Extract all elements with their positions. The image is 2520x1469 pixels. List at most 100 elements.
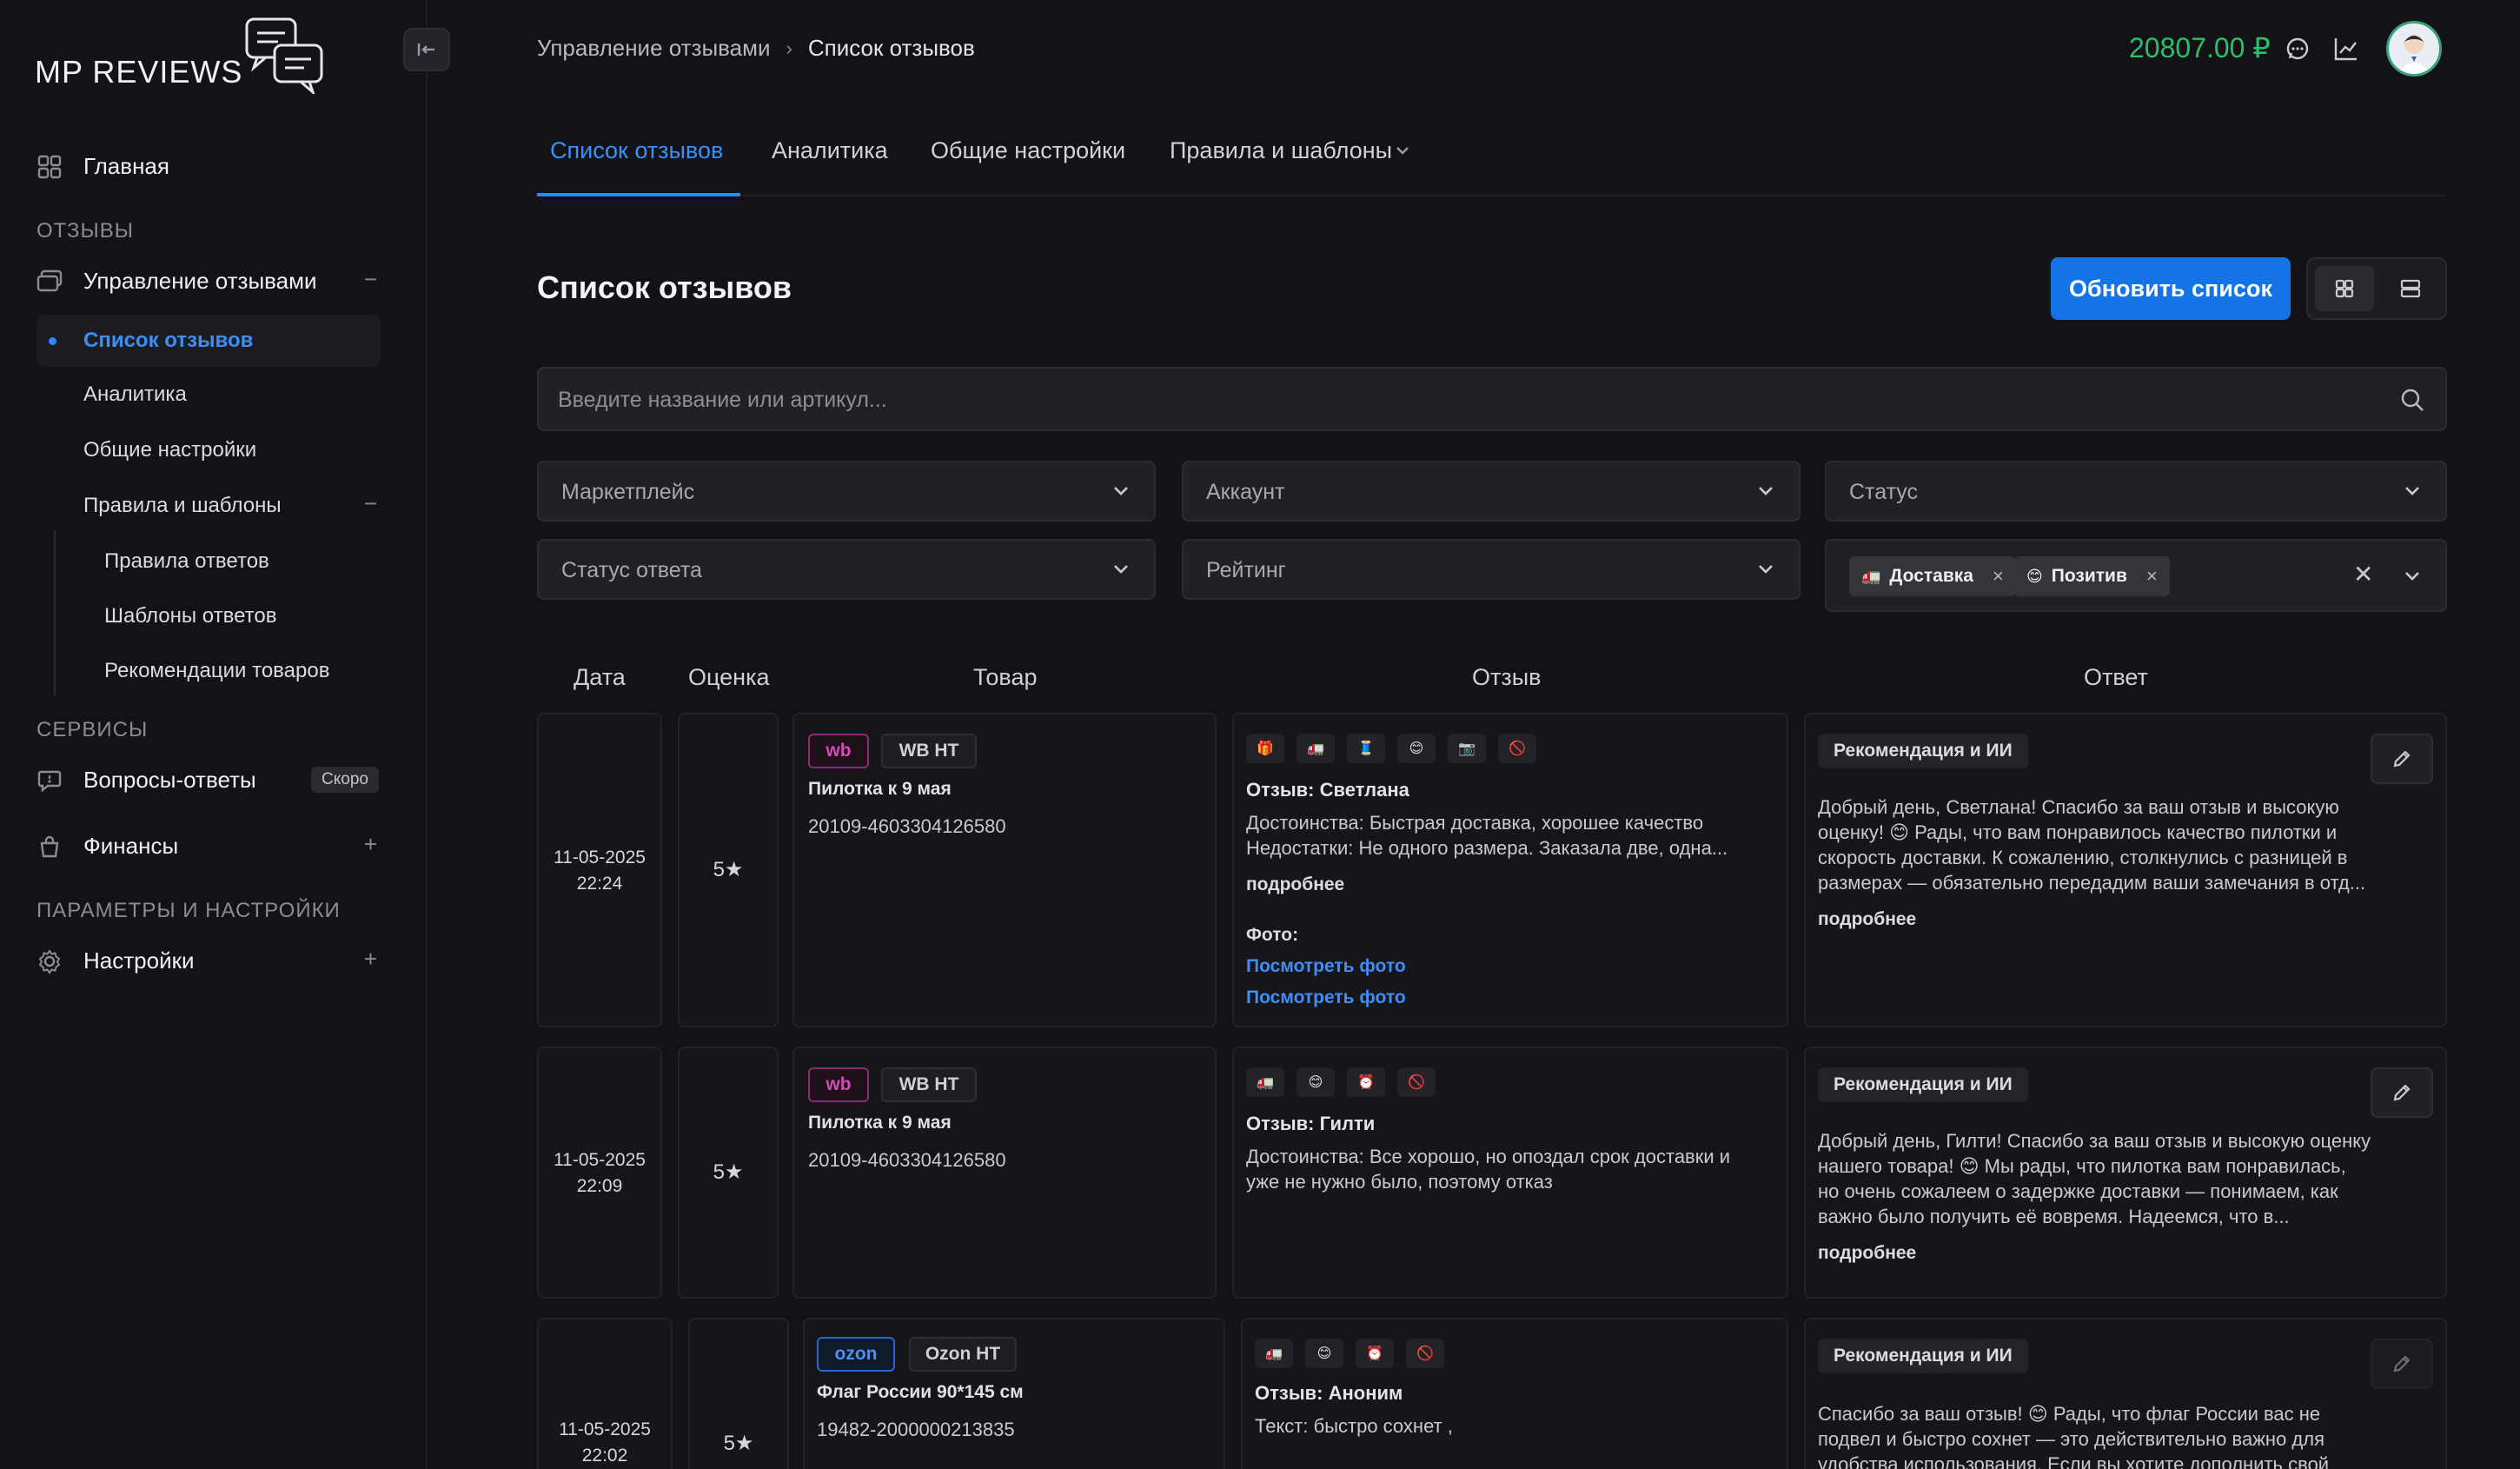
view-toggle (2306, 257, 2447, 320)
view-photo-link[interactable]: Посмотреть фото (1246, 987, 1406, 1008)
answer-text-line: Добрый день, Светлана! Спасибо за ваш от… (1818, 796, 2339, 818)
clock-emoji: ⏰ (1356, 1339, 1394, 1368)
clear-tags-button[interactable]: ✕ (2353, 560, 2373, 588)
sidebar-item-label: Список отзывов (83, 329, 254, 352)
delivery-emoji: 🚛 (1255, 1339, 1293, 1368)
marketplace-select[interactable]: Маркетплейс (537, 461, 1156, 522)
review-author: Отзыв: Аноним (1255, 1382, 1403, 1404)
collapse-reviews-toggle[interactable]: − (364, 266, 377, 293)
sidebar-item-label: Вопросы-ответы (83, 767, 256, 793)
search-input[interactable]: Введите название или артикул... (537, 367, 2447, 431)
positive-emoji: 😊 (1296, 1067, 1335, 1097)
view-photo-link[interactable]: Посмотреть фото (1246, 956, 1406, 977)
rating-select[interactable]: Рейтинг (1182, 539, 1800, 600)
sidebar-item-general-settings[interactable]: Общие настройки (83, 438, 256, 462)
section-title-reviews: ОТЗЫВЫ (36, 219, 135, 243)
column-header-review: Отзыв (1472, 664, 1542, 690)
sidebar-item-product-recs[interactable]: Рекомендации товаров (104, 659, 329, 683)
page-title: Список отзывов (537, 269, 792, 305)
sidebar-item-answer-templates[interactable]: Шаблоны ответов (104, 604, 276, 628)
remove-tag-button[interactable]: × (2146, 565, 2158, 588)
answer-status-select[interactable]: Статус ответа (537, 539, 1156, 600)
clock-emoji: ⏰ (1347, 1067, 1385, 1097)
tab-analytics[interactable]: Аналитика (772, 137, 888, 164)
breadcrumb-parent[interactable]: Управление отзывами (537, 35, 771, 62)
collapse-rules-toggle[interactable]: − (364, 490, 377, 517)
gear-icon (36, 948, 63, 974)
edit-icon (2393, 750, 2411, 768)
review-more-link[interactable]: подробнее (1246, 874, 1344, 895)
question-icon (36, 768, 63, 794)
account-badge: WB НТ (881, 734, 977, 768)
account-select[interactable]: Аккаунт (1182, 461, 1800, 522)
review-time: 22:24 (576, 874, 623, 894)
prohibited-emoji: 🚫 (1406, 1339, 1444, 1368)
review-score: 5★ (713, 858, 744, 881)
chat-icon[interactable] (2282, 33, 2313, 64)
answer-text-line: но очень сожалеем о задержке доставки — … (1818, 1180, 2338, 1202)
grid-view-button[interactable] (2315, 266, 2374, 311)
table-cell-review: 🚛 😊 ⏰ 🚫 Отзыв: Аноним Текст: быстро сохн… (1241, 1318, 1788, 1469)
positive-emoji: 😊 (1397, 734, 1436, 763)
refresh-list-button[interactable]: Обновить список (2051, 257, 2291, 320)
thread-emoji: 🧵 (1347, 734, 1385, 763)
avatar-image (2397, 35, 2430, 74)
answer-text-line: удобства использования. Если вы хотите д… (1818, 1453, 2330, 1469)
expand-settings-toggle[interactable]: + (364, 946, 377, 973)
remove-tag-button[interactable]: × (1993, 565, 2004, 588)
sidebar-item-rules-templates[interactable]: Правила и шаблоны (83, 494, 282, 518)
edit-answer-button[interactable] (2371, 1339, 2433, 1389)
balance[interactable]: 20807.00 ₽ (2129, 31, 2271, 64)
review-date: 11-05-2025 (554, 848, 646, 867)
list-view-button[interactable] (2381, 266, 2440, 311)
table-cell-product: wb WB НТ Пилотка к 9 мая 20109-460330412… (792, 713, 1217, 1027)
list-view-icon (2400, 279, 2421, 298)
edit-answer-button[interactable] (2371, 734, 2433, 784)
chart-icon[interactable] (2331, 33, 2362, 64)
chevron-down-icon[interactable] (2402, 567, 2423, 586)
product-name[interactable]: Флаг России 90*145 см (817, 1382, 1024, 1403)
expand-finance-toggle[interactable]: + (364, 831, 377, 858)
answer-more-link[interactable]: подробнее (1818, 909, 1916, 930)
sidebar-item-home[interactable]: Главная (36, 153, 169, 180)
sidebar-item-answer-rules[interactable]: Правила ответов (104, 549, 269, 574)
tag-label: Доставка (1889, 566, 1973, 586)
status-select[interactable]: Статус (1825, 461, 2447, 522)
product-sku: 19482-2000000213835 (817, 1419, 1015, 1440)
avatar[interactable] (2386, 21, 2442, 76)
review-date: 11-05-2025 (559, 1419, 651, 1439)
home-icon (36, 154, 63, 180)
sidebar-item-settings[interactable]: Настройки (36, 947, 195, 974)
answer-text-line: важно было получить её вовремя. Надеемся… (1818, 1206, 2290, 1227)
sidebar-item-questions[interactable]: Вопросы-ответы (36, 767, 256, 794)
sidebar-item-reviews-list[interactable]: Список отзывов (36, 315, 381, 367)
product-name[interactable]: Пилотка к 9 мая (808, 1113, 952, 1133)
answer-type-badge: Рекомендация и ИИ (1818, 734, 2028, 768)
app-logo[interactable]: MP REVIEWS (35, 16, 323, 94)
bag-icon (36, 834, 63, 860)
product-name[interactable]: Пилотка к 9 мая (808, 779, 952, 800)
sidebar-item-finance[interactable]: Финансы (36, 833, 178, 860)
tab-rules-templates[interactable]: Правила и шаблоны (1170, 137, 1392, 164)
sidebar-item-analytics[interactable]: Аналитика (83, 382, 187, 407)
column-header-date: Дата (574, 664, 626, 690)
collapse-icon (417, 43, 434, 56)
logo-bubbles-icon (245, 17, 323, 94)
answer-more-link[interactable]: подробнее (1818, 1243, 1916, 1264)
chevron-down-icon (1114, 565, 1128, 574)
product-sku: 20109-4603304126580 (808, 815, 1006, 837)
emoji-tags: 🚛 😊 ⏰ 🚫 (1246, 1067, 1436, 1097)
tab-reviews-list[interactable]: Список отзывов (550, 137, 723, 164)
sidebar-item-manage-reviews[interactable]: Управление отзывами (36, 268, 317, 295)
edit-answer-button[interactable] (2371, 1067, 2433, 1118)
marketplace-badge: wb (808, 1067, 869, 1102)
search-icon (2401, 389, 2424, 411)
sidebar-collapse-button[interactable] (403, 28, 450, 71)
review-time: 22:09 (576, 1176, 623, 1196)
soon-badge: Скоро (311, 767, 379, 793)
breadcrumb-separator: › (786, 37, 792, 59)
tab-general-settings[interactable]: Общие настройки (931, 137, 1125, 164)
chevron-down-icon (1396, 147, 1409, 155)
chevron-down-icon (2405, 487, 2419, 495)
answer-text-line: оценку! 😊 Рады, что вам понравилось каче… (1818, 821, 2338, 843)
